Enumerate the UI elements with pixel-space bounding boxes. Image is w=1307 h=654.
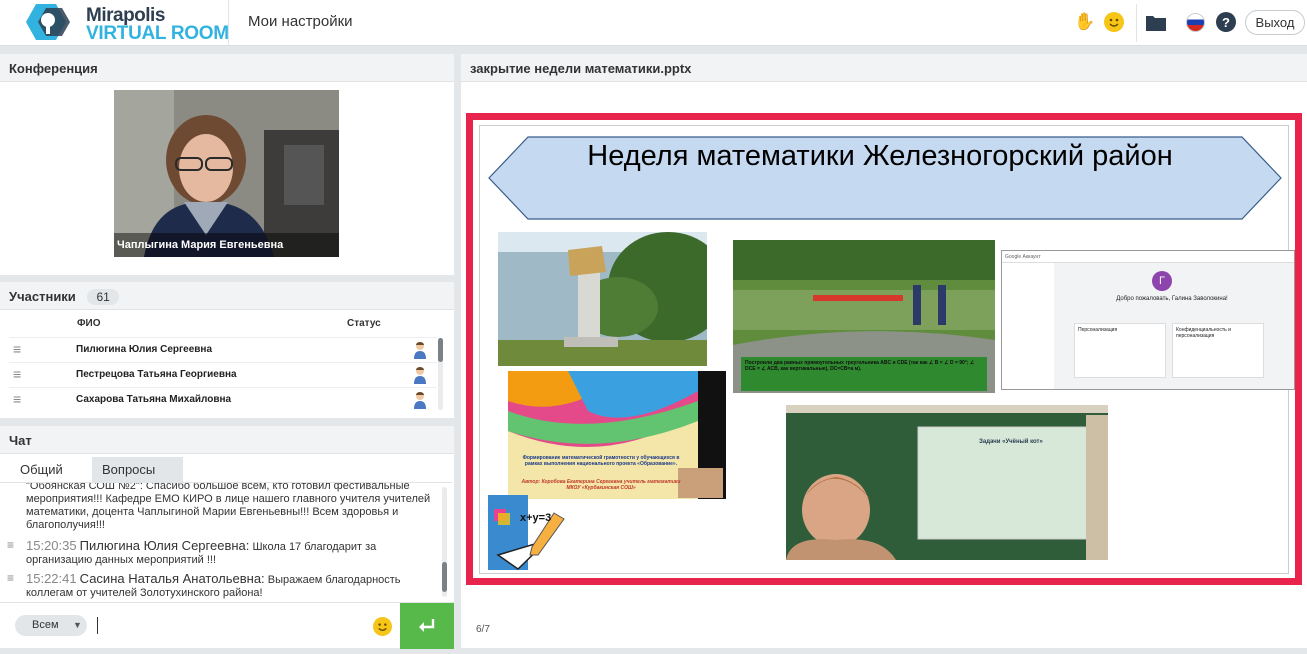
message-author: Пилюгина Юлия Сергеевна:	[79, 538, 250, 553]
tab-questions[interactable]: Вопросы	[92, 457, 183, 482]
column-header-status: Статус	[347, 318, 381, 329]
poster-caption: Формирование математической грамотности …	[522, 455, 680, 467]
participant-row[interactable]: ≡ Пестрецова Татьяна Георгиевна	[9, 362, 437, 387]
participant-row[interactable]: ≡ Пилюгина Юлия Сергеевна	[9, 337, 437, 362]
participant-name: Пестрецова Татьяна Георгиевна	[76, 369, 237, 380]
menu-icon[interactable]: ≡	[7, 572, 14, 584]
scroll-thumb[interactable]	[442, 562, 447, 592]
photo-park: Построили два равных прямоугольных треуг…	[733, 240, 995, 393]
photo-poster: Формирование математической грамотности …	[508, 371, 726, 499]
slide-content: Неделя математики Железногорский район П…	[479, 125, 1295, 574]
conference-panel: Конференция Чаплыгина Мария Евгеньевна	[0, 54, 454, 275]
divider	[1136, 4, 1137, 42]
menu-icon[interactable]: ≡	[7, 539, 14, 551]
participant-name: Сахарова Татьяна Михайловна	[76, 394, 232, 405]
conference-title: Конференция	[0, 54, 454, 82]
math-formula: x+y=3	[520, 512, 552, 524]
logout-button[interactable]: Выход	[1245, 10, 1305, 35]
logo-subtitle: VIRTUAL ROOM	[86, 23, 229, 44]
participants-title: Участники	[9, 289, 76, 304]
chat-panel: Чат Общий Вопросы "Обоянская СОШ №2": Сп…	[0, 426, 454, 649]
participants-header: Участники 61	[0, 282, 454, 310]
participants-panel: Участники 61 ФИО Статус ≡ Пилюгина Юлия …	[0, 282, 454, 418]
send-button[interactable]	[400, 603, 454, 649]
flag-ru-icon[interactable]	[1186, 13, 1205, 32]
chat-message: ≡ 15:22:41 Сасина Наталья Анатольевна: В…	[7, 571, 438, 600]
help-icon[interactable]: ?	[1216, 12, 1236, 32]
user-status-icon	[414, 367, 426, 384]
divider	[228, 0, 229, 46]
message-time: 15:22:41	[26, 571, 77, 586]
slide-area: Неделя математики Железногорский район П…	[461, 82, 1307, 612]
message-author: Сасина Наталья Анатольевна:	[79, 571, 265, 586]
participants-scrollbar[interactable]	[438, 338, 443, 410]
google-greeting: Добро пожаловать, Галина Заволокина!	[1116, 296, 1228, 302]
chat-scrollbar[interactable]	[442, 487, 447, 597]
presentation-title: закрытие недели математики.pptx	[461, 54, 1307, 82]
hand-icon[interactable]: ✋	[1074, 12, 1095, 32]
scroll-thumb[interactable]	[438, 338, 443, 362]
speaker-video-frame	[114, 90, 339, 257]
participants-count: 61	[87, 289, 119, 305]
google-card: Конфиденциальность и персонализация	[1172, 323, 1264, 378]
board-title: Задачи «Учёный кот»	[979, 439, 1043, 445]
photo-stele	[498, 232, 707, 366]
chat-input[interactable]	[97, 617, 98, 634]
photo-park-caption: Построили два равных прямоугольных треуг…	[745, 360, 975, 372]
menu-icon[interactable]: ≡	[13, 342, 21, 356]
screenshot-google-account: Google Аккаунт Г Добро пожаловать, Галин…	[1001, 250, 1295, 390]
google-card: Персонализация	[1074, 323, 1166, 378]
page-indicator: 6/7	[476, 624, 490, 635]
google-sidebar	[1002, 263, 1054, 389]
tab-general[interactable]: Общий	[10, 457, 87, 482]
message-time: 15:20:35	[26, 538, 77, 553]
math-icon-picture: x+y=3	[488, 495, 572, 570]
message-text: "Обоянская СОШ №2": Спасибо большое всем…	[26, 482, 431, 531]
poster-author: Автор: Коробова Екатерина Сергеевна учит…	[521, 479, 681, 491]
chat-input-bar: Всем ▼	[0, 602, 454, 649]
column-header-name: ФИО	[77, 318, 101, 329]
logo-mark-icon	[26, 4, 70, 40]
google-app-name: Google Аккаунт	[1002, 251, 1294, 263]
presentation-panel: закрытие недели математики.pptx Неделя м…	[461, 54, 1307, 648]
my-settings-link[interactable]: Мои настройки	[248, 13, 353, 30]
emoji-icon[interactable]	[373, 617, 392, 636]
recipient-value: Всем	[32, 619, 59, 631]
speaker-name: Чаплыгина Мария Евгеньевна	[114, 233, 339, 257]
participant-row[interactable]: ≡ Сахарова Татьяна Михайловна	[9, 387, 437, 412]
slide-title: Неделя математики Железногорский район	[587, 140, 1173, 172]
photo-classroom: Задачи «Учёный кот»	[786, 405, 1108, 560]
chat-messages: "Обоянская СОШ №2": Спасибо большое всем…	[0, 482, 452, 602]
chat-message: ≡ 15:20:35 Пилюгина Юлия Сергеевна: Школ…	[7, 538, 438, 567]
chat-message: "Обоянская СОШ №2": Спасибо большое всем…	[26, 482, 438, 532]
speaker-video[interactable]: Чаплыгина Мария Евгеньевна	[114, 90, 339, 257]
recipient-select[interactable]: Всем ▼	[15, 615, 87, 636]
send-icon	[419, 619, 435, 632]
caret-down-icon: ▼	[73, 620, 82, 630]
menu-icon[interactable]: ≡	[13, 392, 21, 406]
menu-icon[interactable]: ≡	[13, 367, 21, 381]
user-status-icon	[414, 342, 426, 359]
user-status-icon	[414, 392, 426, 409]
slide: Неделя математики Железногорский район П…	[466, 113, 1302, 585]
participant-name: Пилюгина Юлия Сергеевна	[76, 344, 213, 355]
logo: Mirapolis VIRTUAL ROOM	[14, 2, 229, 44]
google-avatar: Г	[1152, 271, 1172, 291]
chat-title: Чат	[0, 426, 454, 454]
folder-icon[interactable]	[1146, 12, 1166, 32]
smile-icon[interactable]	[1104, 12, 1124, 32]
top-bar: Mirapolis VIRTUAL ROOM Мои настройки ✋ ?…	[0, 0, 1307, 46]
